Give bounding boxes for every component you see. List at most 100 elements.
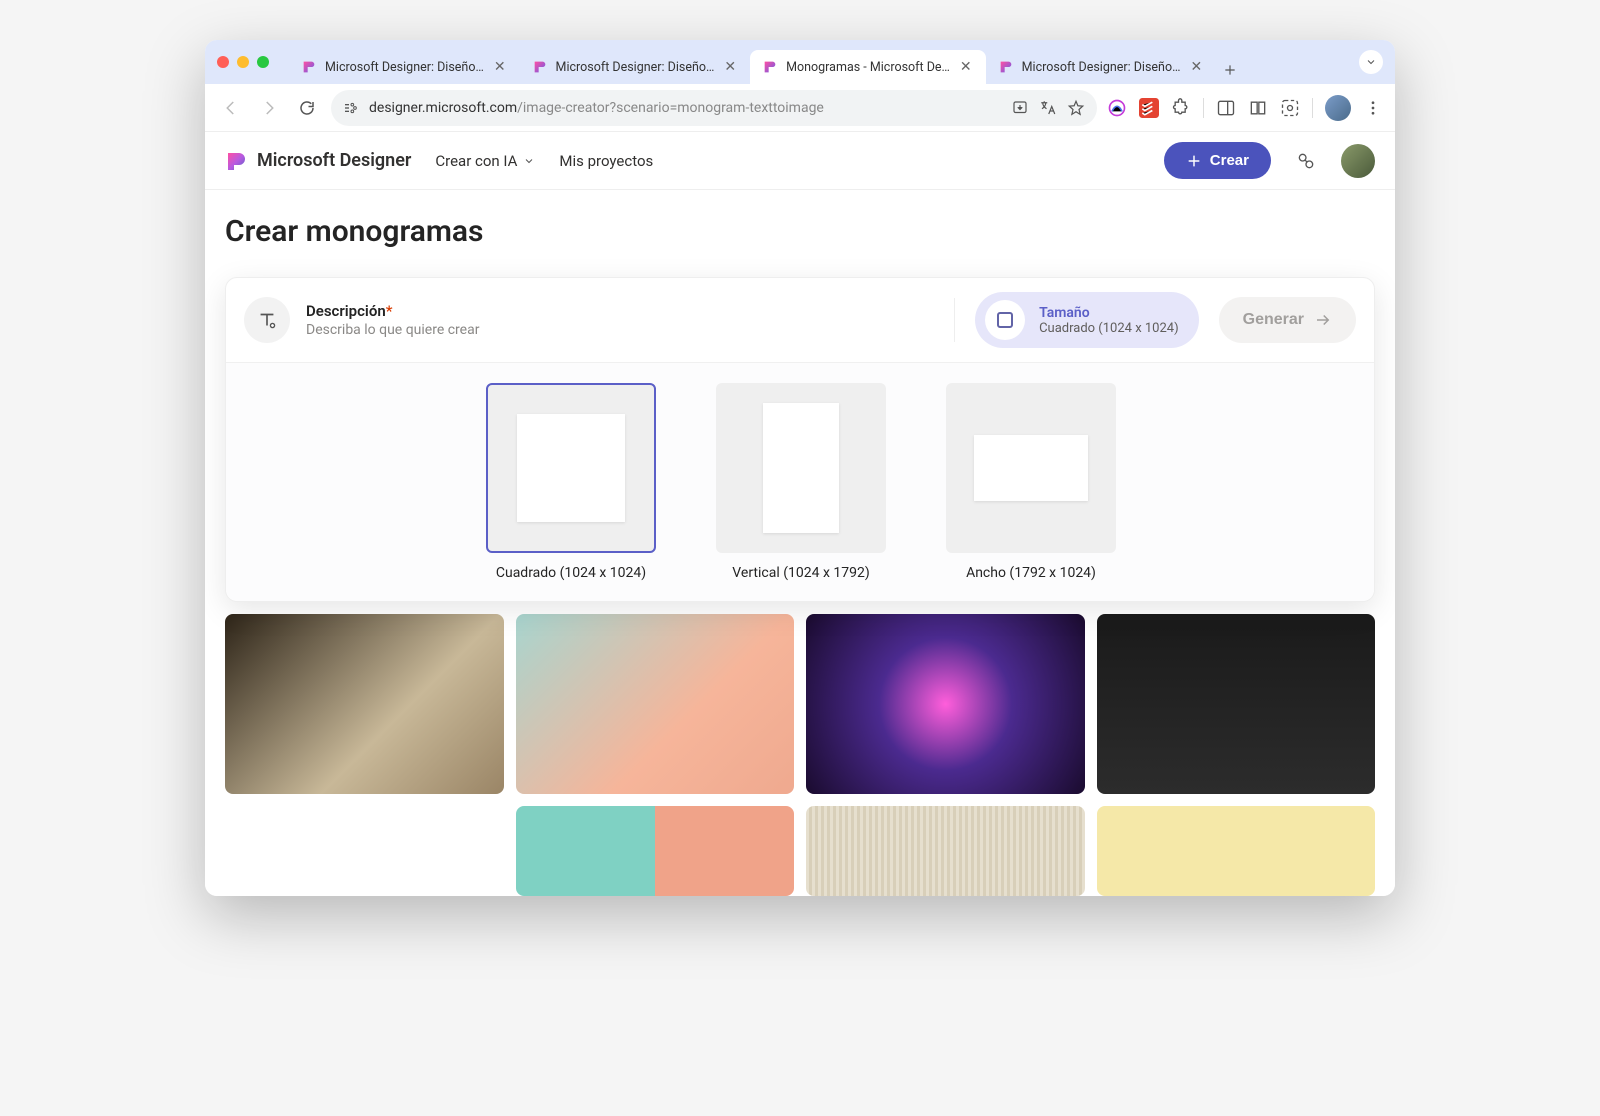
arrow-right-icon [1314, 311, 1332, 329]
examples-gallery [225, 614, 1375, 794]
example-tile[interactable] [516, 614, 795, 794]
example-tile[interactable] [225, 806, 504, 896]
examples-gallery-row2 [225, 806, 1375, 896]
nav-create-with-ai[interactable]: Crear con IA [435, 152, 535, 170]
size-option-wide[interactable]: Ancho (1792 x 1024) [946, 383, 1116, 581]
panel-divider [954, 298, 955, 342]
tab-title: Monogramas - Microsoft De… [786, 60, 950, 75]
arrow-right-icon [260, 99, 278, 117]
description-field[interactable]: Descripción* Describa lo que quiere crea… [244, 297, 934, 343]
chevron-down-icon [523, 155, 535, 167]
help-feedback-icon[interactable] [1295, 150, 1317, 172]
create-button-label: Crear [1210, 152, 1249, 169]
nav-back-button[interactable] [217, 94, 245, 122]
window-controls [217, 56, 269, 68]
designer-favicon-icon [998, 59, 1014, 75]
extensions-puzzle-icon[interactable] [1171, 98, 1191, 118]
translate-icon[interactable] [1039, 99, 1057, 117]
close-icon[interactable]: ✕ [722, 59, 738, 75]
user-avatar[interactable] [1341, 144, 1375, 178]
tab-title: Microsoft Designer: Diseño… [556, 60, 715, 75]
tabs-overflow-button[interactable] [1359, 50, 1383, 74]
example-tile[interactable] [225, 614, 504, 794]
reload-icon [298, 99, 316, 117]
address-bar[interactable]: designer.microsoft.com/image-creator?sce… [331, 90, 1097, 126]
window-maximize[interactable] [257, 56, 269, 68]
close-icon[interactable]: ✕ [492, 59, 508, 75]
size-selector-chip[interactable]: Tamaño Cuadrado (1024 x 1024) [975, 292, 1199, 348]
arrow-left-icon [222, 99, 240, 117]
description-hint: Describa lo que quiere crear [306, 322, 479, 338]
tab-strip: Microsoft Designer: Diseño… ✕ Microsoft … [289, 40, 1351, 84]
nav-forward-button[interactable] [255, 94, 283, 122]
ext-icon-1[interactable] [1107, 98, 1127, 118]
browser-profile-avatar[interactable] [1325, 95, 1351, 121]
designer-favicon-icon [532, 59, 548, 75]
size-option-label: Vertical (1024 x 1792) [732, 565, 869, 581]
designer-favicon-icon [301, 59, 317, 75]
brand-name: Microsoft Designer [257, 150, 411, 171]
example-tile[interactable] [516, 806, 795, 896]
size-current-value: Cuadrado (1024 x 1024) [1039, 321, 1179, 336]
designer-favicon-icon [762, 59, 778, 75]
size-options-row: Cuadrado (1024 x 1024) Vertical (1024 x … [226, 362, 1374, 601]
size-option-vertical[interactable]: Vertical (1024 x 1792) [716, 383, 886, 581]
close-icon[interactable]: ✕ [1188, 59, 1204, 75]
tab-designer-4[interactable]: Microsoft Designer: Diseño… ✕ [986, 50, 1217, 84]
browser-window: Microsoft Designer: Diseño… ✕ Microsoft … [205, 40, 1395, 896]
browser-menu-button[interactable] [1363, 98, 1383, 118]
size-label: Tamaño [1039, 305, 1179, 321]
extensions-area [1107, 95, 1383, 121]
new-tab-button[interactable] [1216, 56, 1244, 84]
side-panel-icon[interactable] [1216, 98, 1236, 118]
toolbar-divider [1203, 98, 1204, 118]
description-label: Descripción* [306, 302, 479, 320]
page-title: Crear monogramas [225, 214, 1375, 249]
plus-icon [1223, 63, 1237, 77]
close-icon[interactable]: ✕ [958, 59, 974, 75]
browser-toolbar: designer.microsoft.com/image-creator?sce… [205, 84, 1395, 132]
tab-designer-2[interactable]: Microsoft Designer: Diseño… ✕ [520, 50, 751, 84]
bookmark-star-icon[interactable] [1067, 99, 1085, 117]
panel-top-row: Descripción* Describa lo que quiere crea… [226, 278, 1374, 362]
nav-projects-label: Mis proyectos [559, 152, 653, 170]
plus-icon [1186, 153, 1202, 169]
reload-button[interactable] [293, 94, 321, 122]
example-tile[interactable] [806, 614, 1085, 794]
chevron-down-icon [1365, 56, 1377, 68]
titlebar: Microsoft Designer: Diseño… ✕ Microsoft … [205, 40, 1395, 84]
size-option-label: Ancho (1792 x 1024) [966, 565, 1096, 581]
example-tile[interactable] [1097, 806, 1376, 896]
ext-todoist-icon[interactable] [1139, 98, 1159, 118]
generate-button[interactable]: Generar [1219, 297, 1356, 343]
generate-label: Generar [1243, 311, 1304, 329]
reading-list-icon[interactable] [1248, 98, 1268, 118]
kebab-icon [1364, 99, 1382, 117]
url-text: designer.microsoft.com/image-creator?sce… [369, 100, 1001, 116]
prompt-panel: Descripción* Describa lo que quiere crea… [225, 277, 1375, 602]
toolbar-divider [1312, 98, 1313, 118]
brand-logo[interactable]: Microsoft Designer [225, 149, 411, 173]
tab-title: Microsoft Designer: Diseño… [325, 60, 484, 75]
nav-my-projects[interactable]: Mis proyectos [559, 152, 653, 170]
create-button[interactable]: Crear [1164, 142, 1271, 179]
tab-designer-1[interactable]: Microsoft Designer: Diseño… ✕ [289, 50, 520, 84]
size-chip-icon [985, 300, 1025, 340]
example-tile[interactable] [806, 806, 1085, 896]
designer-logo-icon [225, 149, 249, 173]
square-icon [997, 312, 1013, 328]
window-close[interactable] [217, 56, 229, 68]
example-tile[interactable] [1097, 614, 1376, 794]
tab-monograms-active[interactable]: Monogramas - Microsoft De… ✕ [750, 50, 986, 84]
app-header: Microsoft Designer Crear con IA Mis proy… [205, 132, 1395, 190]
window-minimize[interactable] [237, 56, 249, 68]
nav-create-ai-label: Crear con IA [435, 152, 517, 170]
size-option-label: Cuadrado (1024 x 1024) [496, 565, 646, 581]
main-content: Crear monogramas Descripción* Describa l… [205, 190, 1395, 896]
site-settings-icon[interactable] [343, 100, 359, 116]
size-option-square[interactable]: Cuadrado (1024 x 1024) [486, 383, 656, 581]
install-app-icon[interactable] [1011, 99, 1029, 117]
lens-icon[interactable] [1280, 98, 1300, 118]
text-prompt-icon [244, 297, 290, 343]
tab-title: Microsoft Designer: Diseño… [1022, 60, 1181, 75]
